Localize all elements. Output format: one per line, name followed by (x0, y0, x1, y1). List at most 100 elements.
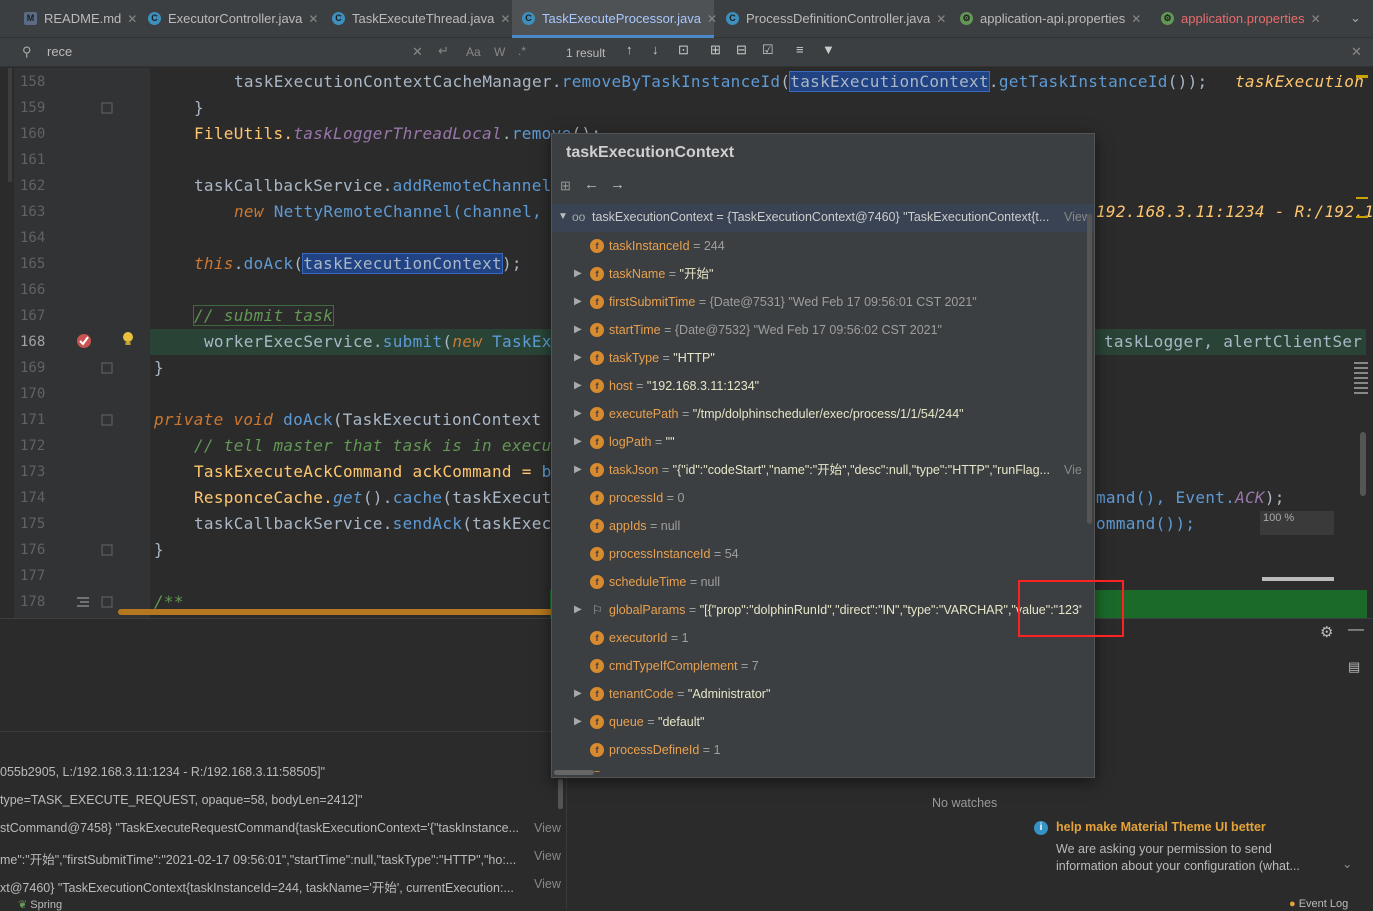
close-icon[interactable]: ✕ (1131, 12, 1141, 26)
field-row-processId[interactable]: f processId = 0 (552, 484, 1082, 512)
zoom-bar[interactable] (1262, 577, 1334, 581)
view-link[interactable]: View (1064, 456, 1082, 484)
field-icon: f (590, 715, 604, 729)
popup-hscrollbar[interactable] (554, 770, 594, 775)
field-row-firstSubmitTime[interactable]: ▶ f firstSubmitTime = {Date@7531} "Wed Feb… (552, 288, 1082, 316)
clear-search-icon[interactable]: ✕ (412, 44, 423, 60)
fold-icon[interactable] (101, 414, 113, 426)
popup-scrollbar[interactable] (1087, 214, 1092, 524)
field-row-executePath[interactable]: ▶ f executePath = "/tmp/dolphinscheduler/e… (552, 400, 1082, 428)
bulb-icon[interactable] (121, 331, 135, 347)
variables-scrollbar[interactable] (558, 779, 563, 809)
view-link[interactable]: View (534, 877, 561, 891)
field-row-startTime[interactable]: ▶ f startTime = {Date@7532} "Wed Feb 17 09… (552, 316, 1082, 344)
tab-application-properties[interactable]: ⚙ application.properties ✕ (1151, 0, 1321, 38)
breakpoint-icon[interactable] (76, 333, 92, 349)
words-toggle[interactable]: W (494, 45, 505, 59)
field-row-taskJson[interactable]: ▶ f taskJson = "{"id":"codeStart","name":"… (552, 456, 1082, 484)
expand-triangle-icon[interactable]: ▶ (574, 456, 582, 484)
match-case-toggle[interactable]: Aa (466, 45, 481, 59)
tab-executor-controller[interactable]: C ExecutorController.java ✕ (138, 0, 318, 38)
expand-triangle-icon[interactable]: ▼ (558, 211, 568, 222)
field-row-processInstanceId[interactable]: f processInstanceId = 54 (552, 540, 1082, 568)
tab-readme[interactable]: M README.md ✕ (14, 0, 137, 38)
field-name: taskType (609, 351, 660, 365)
regex-toggle[interactable]: .* (518, 44, 526, 58)
fold-icon[interactable] (101, 544, 113, 556)
equals-sign: = (657, 771, 671, 772)
field-row-taskName[interactable]: ▶ f taskName = "开始" (552, 260, 1082, 288)
next-occurrence-icon[interactable]: ↓ (652, 42, 659, 57)
previous-occurrence-icon[interactable]: ↑ (626, 42, 633, 57)
field-row-taskType[interactable]: ▶ f taskType = "HTTP" (552, 344, 1082, 372)
layout-icon[interactable]: ▤ (1348, 659, 1360, 675)
fold-icon[interactable] (101, 102, 113, 114)
remove-selection-icon[interactable]: ⊟ (736, 42, 747, 58)
expand-triangle-icon[interactable]: ▶ (574, 344, 582, 372)
view-link[interactable]: View (534, 821, 561, 835)
field-row-host[interactable]: ▶ f host = "192.168.3.11:1234" (552, 372, 1082, 400)
close-icon[interactable]: ✕ (936, 12, 946, 26)
in-selection-icon[interactable]: ≡ (796, 42, 804, 57)
fold-icon[interactable] (101, 362, 113, 374)
notification-title[interactable]: help make Material Theme UI better (1056, 820, 1266, 834)
gear-icon[interactable]: ⚙ (1320, 623, 1333, 641)
expand-triangle-icon[interactable]: ▶ (574, 372, 582, 400)
close-icon[interactable]: ✕ (500, 12, 510, 26)
spring-tab[interactable]: ❦ Spring (18, 898, 62, 911)
field-row-queue[interactable]: ▶ f queue = "default" (552, 708, 1082, 736)
variable-row[interactable]: xt@7460} "TaskExecutionContext{taskInsta… (0, 877, 535, 896)
tab-task-execute-thread[interactable]: C TaskExecuteThread.java ✕ (322, 0, 510, 38)
field-row-projectId[interactable]: fprojectId = 1 (552, 764, 1082, 772)
new-line-icon[interactable]: ↵ (438, 43, 449, 59)
variable-row[interactable]: stCommand@7458} "TaskExecuteRequestComma… (0, 821, 535, 835)
tab-task-execute-processor[interactable]: C TaskExecuteProcessor.java ✕ (512, 0, 717, 38)
expand-triangle-icon[interactable]: ▶ (574, 400, 582, 428)
field-row-tenantCode[interactable]: ▶ f tenantCode = "Administrator" (552, 680, 1082, 708)
variable-row[interactable]: me":"开始","firstSubmitTime":"2021-02-17 0… (0, 849, 535, 868)
vertical-scrollbar[interactable] (1360, 432, 1366, 496)
fold-icon[interactable] (101, 596, 113, 608)
popup-root-row[interactable]: ▼ oo taskExecutionContext = {TaskExecuti… (552, 204, 1094, 232)
chevron-down-icon[interactable]: ⌄ (1342, 856, 1352, 871)
tab-process-definition-controller[interactable]: C ProcessDefinitionController.java ✕ (716, 0, 946, 38)
field-row-executorId[interactable]: f executorId = 1 (552, 624, 1082, 652)
back-arrow-icon[interactable]: ← (584, 176, 599, 193)
open-in-window-icon[interactable]: ⊡ (678, 42, 689, 58)
expand-triangle-icon[interactable]: ▶ (574, 316, 582, 344)
variable-inspector-popup[interactable]: taskExecutionContext ⊞ ← → ▼ oo taskExec… (551, 133, 1095, 778)
view-link[interactable]: View (534, 849, 561, 863)
expand-triangle-icon[interactable]: ▶ (574, 428, 582, 456)
close-icon[interactable]: ✕ (1311, 12, 1321, 26)
filter-icon[interactable]: ▼ (822, 42, 835, 57)
navigate-icon[interactable]: ⊞ (560, 178, 571, 194)
add-selection-icon[interactable]: ⊞ (710, 42, 721, 58)
close-icon[interactable]: ✕ (308, 12, 318, 26)
expand-triangle-icon[interactable]: ▶ (574, 260, 582, 288)
line-number: 169 (20, 360, 46, 376)
variable-row[interactable]: type=TASK_EXECUTE_REQUEST, opaque=58, bo… (0, 793, 565, 807)
minimize-icon[interactable]: — (1348, 621, 1364, 639)
close-find-icon[interactable]: ✕ (1351, 44, 1362, 60)
field-row-processDefineId[interactable]: f processDefineId = 1 (552, 736, 1082, 764)
field-row-scheduleTime[interactable]: f scheduleTime = null (552, 568, 1082, 596)
variable-row[interactable]: 055b2905, L:/192.168.3.11:1234 - R:/192.… (0, 765, 565, 779)
expand-triangle-icon[interactable]: ▶ (574, 596, 582, 624)
search-input[interactable]: rece (47, 44, 72, 59)
field-row-cmdTypeIfComplement[interactable]: f cmdTypeIfComplement = 7 (552, 652, 1082, 680)
expand-triangle-icon[interactable]: ▶ (574, 708, 582, 736)
event-log-tab[interactable]: ● Event Log (1289, 898, 1348, 910)
tabs-dropdown-icon[interactable]: ⌄ (1350, 10, 1361, 26)
horizontal-scrollbar[interactable] (118, 609, 558, 615)
field-row-appIds[interactable]: f appIds = null (552, 512, 1082, 540)
doc-comment-icon[interactable] (76, 596, 90, 608)
select-all-icon[interactable]: ☑ (762, 42, 774, 58)
field-row-logPath[interactable]: ▶ f logPath = "" (552, 428, 1082, 456)
expand-triangle-icon[interactable]: ▶ (574, 288, 582, 316)
forward-arrow-icon[interactable]: → (610, 176, 625, 193)
field-row-globalParams[interactable]: ▶ ⚐ globalParams = "[{"prop":"dolphinRunId… (552, 596, 1082, 624)
close-icon[interactable]: ✕ (127, 12, 137, 26)
expand-triangle-icon[interactable]: ▶ (574, 680, 582, 708)
field-row-taskInstanceId[interactable]: f taskInstanceId = 244 (552, 232, 1082, 260)
tab-application-api-properties[interactable]: ⚙ application-api.properties ✕ (950, 0, 1141, 38)
